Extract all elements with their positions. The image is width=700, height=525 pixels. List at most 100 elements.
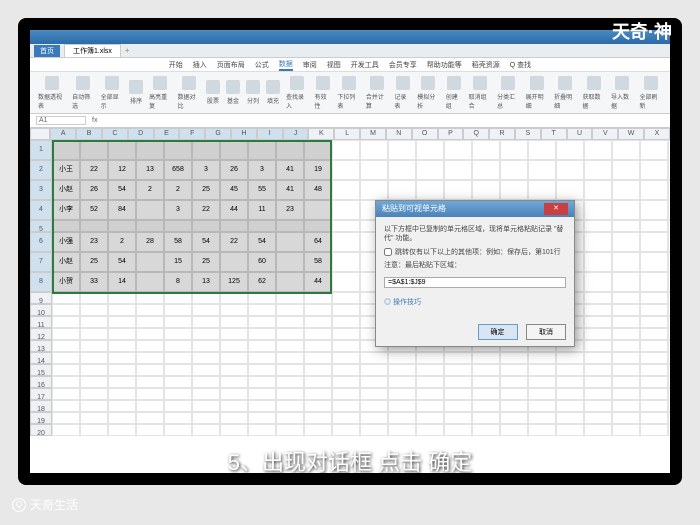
cell[interactable] bbox=[164, 364, 192, 376]
cell[interactable] bbox=[612, 232, 640, 252]
cell[interactable] bbox=[668, 220, 670, 232]
cell[interactable] bbox=[248, 140, 276, 160]
cell[interactable] bbox=[388, 412, 416, 424]
row-header[interactable]: 10 bbox=[30, 304, 52, 316]
cell[interactable] bbox=[276, 340, 304, 352]
cell[interactable] bbox=[136, 412, 164, 424]
cell[interactable] bbox=[668, 376, 670, 388]
add-tab-button[interactable]: + bbox=[125, 46, 130, 55]
cell[interactable] bbox=[584, 352, 612, 364]
cell[interactable] bbox=[136, 352, 164, 364]
cell[interactable] bbox=[248, 292, 276, 304]
cell[interactable] bbox=[612, 180, 640, 200]
cell[interactable] bbox=[304, 304, 332, 316]
cell[interactable] bbox=[80, 352, 108, 364]
cell[interactable] bbox=[52, 352, 80, 364]
col-header[interactable]: C bbox=[102, 128, 128, 140]
cell[interactable] bbox=[612, 340, 640, 352]
cell[interactable] bbox=[108, 352, 136, 364]
cell[interactable]: 3 bbox=[192, 160, 220, 180]
cell[interactable] bbox=[416, 364, 444, 376]
cell[interactable] bbox=[612, 140, 640, 160]
cell[interactable]: 12 bbox=[108, 160, 136, 180]
cell[interactable] bbox=[276, 220, 304, 232]
row-header[interactable]: 12 bbox=[30, 328, 52, 340]
cell[interactable] bbox=[304, 220, 332, 232]
cell[interactable] bbox=[52, 412, 80, 424]
cell[interactable] bbox=[276, 364, 304, 376]
cell[interactable] bbox=[500, 400, 528, 412]
ribbon-group[interactable]: 折叠明细 bbox=[554, 76, 576, 110]
cell[interactable] bbox=[640, 180, 668, 200]
cell[interactable] bbox=[332, 388, 360, 400]
col-header[interactable]: M bbox=[360, 128, 386, 140]
row-header[interactable]: 7 bbox=[30, 252, 52, 272]
cell[interactable] bbox=[248, 340, 276, 352]
cell[interactable] bbox=[584, 220, 612, 232]
cell[interactable] bbox=[304, 424, 332, 436]
cell[interactable] bbox=[332, 252, 360, 272]
cell[interactable]: 3 bbox=[248, 160, 276, 180]
cell[interactable] bbox=[612, 292, 640, 304]
cell[interactable] bbox=[388, 160, 416, 180]
cell[interactable]: 54 bbox=[248, 232, 276, 252]
ribbon-tab[interactable]: 帮助功能等 bbox=[427, 60, 462, 70]
cell[interactable] bbox=[192, 424, 220, 436]
cell[interactable] bbox=[108, 376, 136, 388]
col-header[interactable]: I bbox=[257, 128, 283, 140]
cell[interactable] bbox=[304, 376, 332, 388]
cell[interactable] bbox=[192, 364, 220, 376]
ribbon-group[interactable]: 获取数据 bbox=[583, 76, 605, 110]
cell[interactable] bbox=[528, 160, 556, 180]
row-header[interactable]: 2 bbox=[30, 160, 52, 180]
cell[interactable] bbox=[556, 364, 584, 376]
cell[interactable] bbox=[220, 340, 248, 352]
cell[interactable] bbox=[668, 232, 670, 252]
cell[interactable] bbox=[248, 328, 276, 340]
cell[interactable] bbox=[388, 424, 416, 436]
cell[interactable] bbox=[332, 424, 360, 436]
ribbon-group[interactable]: 模拟分析 bbox=[417, 76, 439, 110]
row-header[interactable]: 16 bbox=[30, 376, 52, 388]
ribbon-group[interactable]: 全部刷新 bbox=[640, 76, 662, 110]
cell[interactable] bbox=[80, 304, 108, 316]
col-header[interactable]: J bbox=[283, 128, 309, 140]
cell[interactable] bbox=[444, 388, 472, 400]
cell[interactable] bbox=[164, 304, 192, 316]
cell[interactable] bbox=[472, 160, 500, 180]
cell[interactable] bbox=[164, 352, 192, 364]
cell[interactable] bbox=[388, 400, 416, 412]
cell[interactable] bbox=[556, 388, 584, 400]
cell[interactable] bbox=[136, 272, 164, 292]
cell[interactable] bbox=[52, 364, 80, 376]
cell[interactable] bbox=[332, 160, 360, 180]
cell[interactable] bbox=[220, 220, 248, 232]
cell[interactable] bbox=[416, 376, 444, 388]
range-input[interactable] bbox=[384, 277, 566, 288]
cell[interactable] bbox=[612, 352, 640, 364]
cell[interactable] bbox=[444, 140, 472, 160]
cell[interactable] bbox=[584, 400, 612, 412]
cell[interactable] bbox=[640, 400, 668, 412]
cell[interactable]: 26 bbox=[80, 180, 108, 200]
cell[interactable] bbox=[528, 424, 556, 436]
cell[interactable] bbox=[612, 200, 640, 220]
cell[interactable] bbox=[304, 316, 332, 328]
col-header[interactable]: T bbox=[541, 128, 567, 140]
cell[interactable] bbox=[640, 292, 668, 304]
cell[interactable] bbox=[220, 292, 248, 304]
cell[interactable] bbox=[304, 412, 332, 424]
cell[interactable] bbox=[52, 388, 80, 400]
cell[interactable]: 25 bbox=[192, 180, 220, 200]
cell[interactable] bbox=[220, 412, 248, 424]
cell[interactable] bbox=[500, 352, 528, 364]
cell[interactable] bbox=[136, 140, 164, 160]
row-header[interactable]: 13 bbox=[30, 340, 52, 352]
cell[interactable] bbox=[640, 272, 668, 292]
cell[interactable] bbox=[304, 352, 332, 364]
ribbon-group[interactable]: 自动筛选 bbox=[72, 76, 94, 110]
cell[interactable] bbox=[108, 364, 136, 376]
cell[interactable] bbox=[332, 340, 360, 352]
formula-fx-icon[interactable]: fx bbox=[92, 117, 97, 124]
cell[interactable]: 小赵 bbox=[52, 252, 80, 272]
